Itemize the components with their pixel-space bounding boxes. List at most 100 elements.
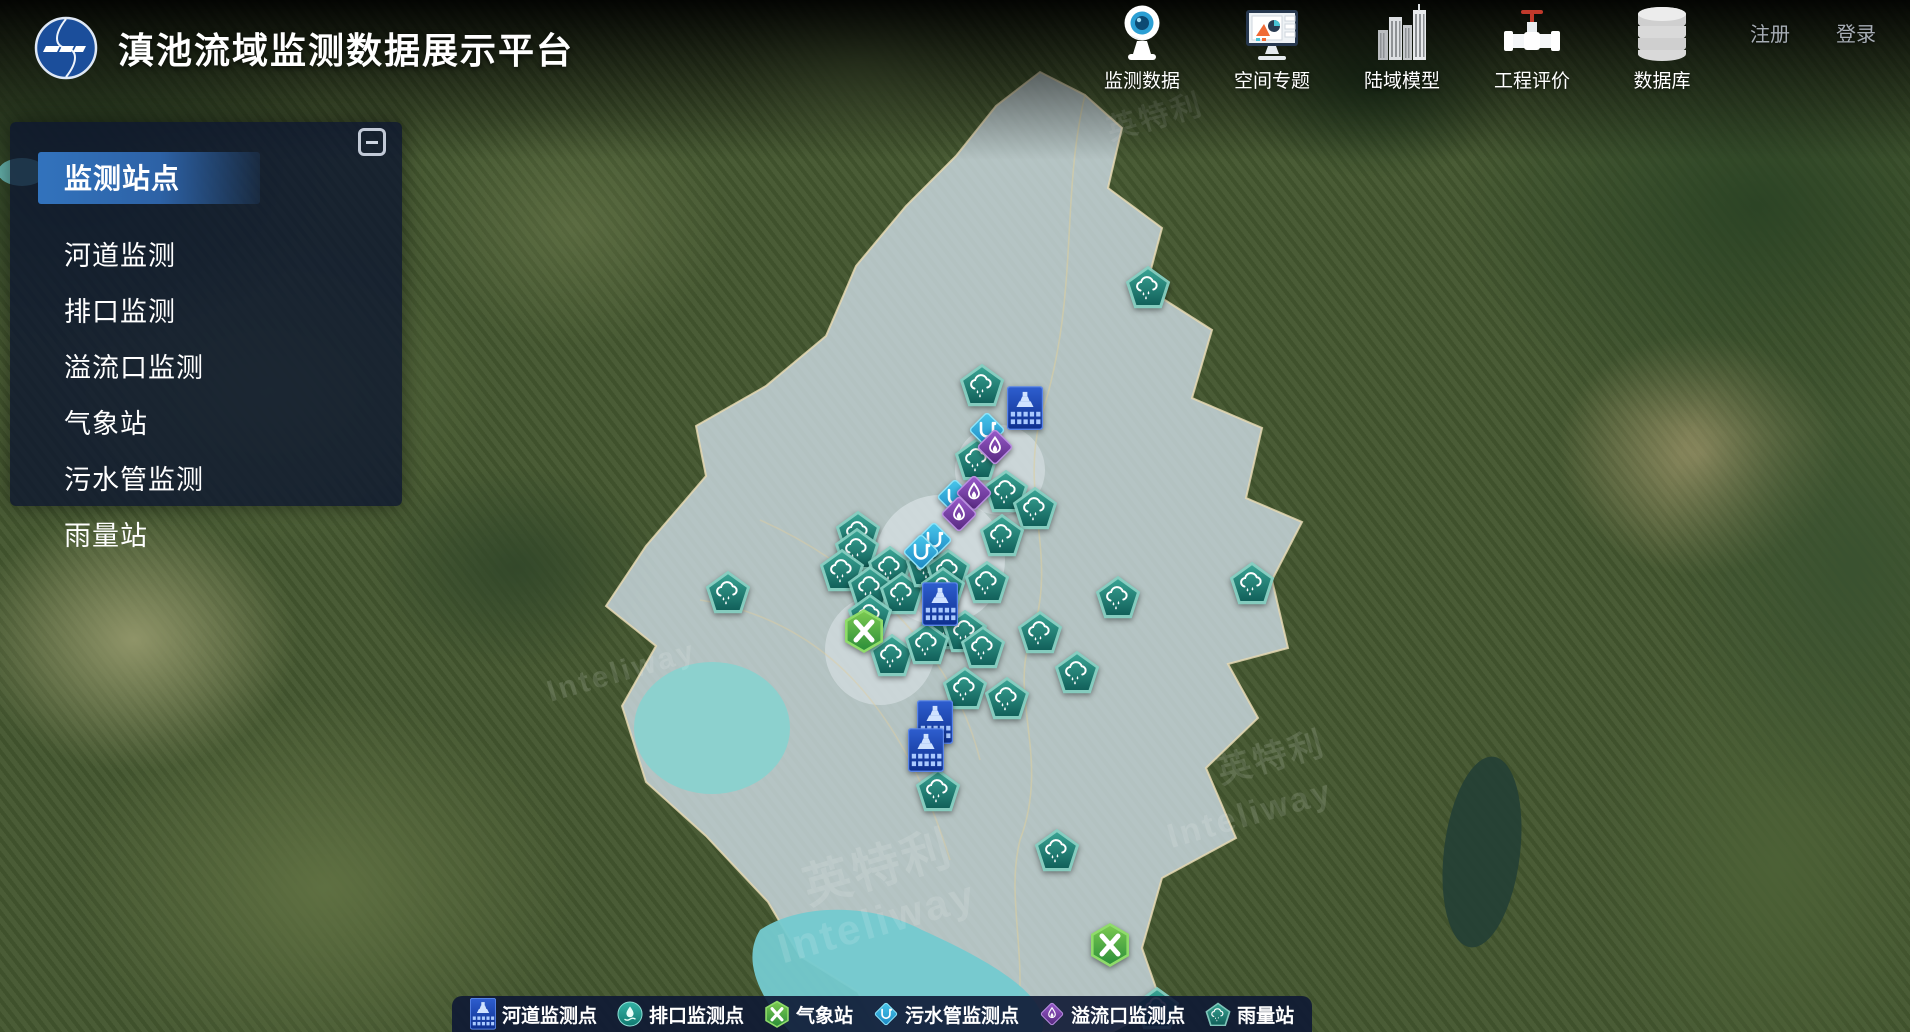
rain-station-icon <box>984 676 1030 720</box>
rain-station-icon <box>915 768 961 812</box>
rain-station-icon <box>1034 828 1080 872</box>
overflow-station-icon <box>1039 1001 1065 1027</box>
app: 英特利InteliwayInteliway英特利英特利Inteliway <box>0 0 1910 1032</box>
top-bar: 滇池流域监测数据展示平台 监测数据 空间专题 <box>0 0 1910 96</box>
nav-item-database[interactable]: 数据库 <box>1614 4 1710 93</box>
register-link[interactable]: 注册 <box>1750 18 1790 47</box>
rain-station-icon <box>979 513 1025 557</box>
legend-label: 河道监测点 <box>502 1001 597 1028</box>
weather-legend-icon <box>764 1000 790 1028</box>
marker-rain[interactable] <box>979 513 1025 557</box>
rain-station-icon <box>1229 561 1275 605</box>
marker-rain[interactable] <box>1017 610 1063 654</box>
pipe-valve-icon <box>1504 6 1560 62</box>
overflow-legend-icon <box>1039 1001 1065 1027</box>
platform-logo <box>34 16 98 80</box>
marker-rain[interactable] <box>964 560 1010 604</box>
marker-rain[interactable] <box>1034 828 1080 872</box>
sidebar-item-3[interactable]: 气象站 <box>64 394 402 450</box>
nav-label: 数据库 <box>1633 66 1690 93</box>
sewage-pipe-station-icon <box>873 1001 899 1027</box>
minus-icon <box>366 141 378 144</box>
river-station-icon <box>908 728 944 772</box>
rain-station-icon <box>904 621 950 665</box>
overflow-station-icon <box>975 427 1015 467</box>
nav-item-spatial-theme[interactable]: 空间专题 <box>1224 4 1320 93</box>
marker-river[interactable] <box>922 582 958 626</box>
river-legend-icon <box>470 998 496 1029</box>
legend-label: 雨量站 <box>1237 1001 1294 1028</box>
legend-label: 污水管监测点 <box>905 1001 1019 1028</box>
legend-item-outfall: 排口监测点 <box>617 1001 744 1028</box>
legend-label: 气象站 <box>796 1001 853 1028</box>
panel-minimize-button[interactable] <box>358 128 386 156</box>
legend-item-weather: 气象站 <box>764 1000 853 1028</box>
outfall-station-icon <box>617 1001 643 1027</box>
rain-station-icon <box>705 570 751 614</box>
nav-label: 工程评价 <box>1494 66 1570 93</box>
legend-label: 排口监测点 <box>649 1001 744 1028</box>
marker-rain[interactable] <box>1125 265 1171 309</box>
marker-sewage[interactable] <box>901 532 941 572</box>
legend-label: 溢流口监测点 <box>1071 1001 1185 1028</box>
marker-weather[interactable] <box>1089 922 1131 968</box>
monitor-chart-icon <box>1244 8 1300 62</box>
sidebar-item-5[interactable]: 雨量站 <box>64 506 402 562</box>
overflow-station-icon <box>939 494 979 534</box>
sidebar-item-0[interactable]: 河道监测 <box>64 226 402 282</box>
marker-rain[interactable] <box>705 570 751 614</box>
rain-station-icon <box>1205 1002 1231 1027</box>
rain-station-icon <box>959 363 1005 407</box>
webcam-icon <box>1117 4 1167 62</box>
sidebar-item-4[interactable]: 污水管监测 <box>64 450 402 506</box>
sidebar-item-2[interactable]: 溢流口监测 <box>64 338 402 394</box>
rain-legend-icon <box>1205 1002 1231 1027</box>
marker-rain[interactable] <box>904 621 950 665</box>
river-station-icon <box>1007 386 1043 430</box>
sidebar-item-1[interactable]: 排口监测 <box>64 282 402 338</box>
auth-links: 注册 登录 <box>1750 18 1876 47</box>
monitor-chart-icon <box>1244 4 1300 62</box>
legend-item-river: 河道监测点 <box>470 998 597 1029</box>
city-buildings-icon <box>1376 4 1428 62</box>
weather-station-icon <box>764 1000 790 1028</box>
pipe-valve-icon <box>1504 4 1560 62</box>
city-buildings-icon <box>1376 4 1428 62</box>
marker-weather[interactable] <box>843 608 885 654</box>
map-legend: 河道监测点 排口监测点 气象站 污水管监测点 溢流口监测点 <box>452 996 1312 1032</box>
rain-station-icon <box>1125 265 1171 309</box>
login-link[interactable]: 登录 <box>1836 18 1876 47</box>
nav-label: 空间专题 <box>1234 66 1310 93</box>
rain-station-icon <box>1054 650 1100 694</box>
sewage-legend-icon <box>873 1001 899 1027</box>
weather-station-icon <box>1089 922 1131 968</box>
marker-rain[interactable] <box>959 363 1005 407</box>
river-station-icon <box>470 998 496 1029</box>
marker-overflow[interactable] <box>975 427 1015 467</box>
rain-station-icon <box>1095 575 1141 619</box>
marker-river[interactable] <box>1007 386 1043 430</box>
marker-rain[interactable] <box>915 768 961 812</box>
database-icon <box>1634 4 1690 62</box>
marker-rain[interactable] <box>1054 650 1100 694</box>
legend-item-rain: 雨量站 <box>1205 1001 1294 1028</box>
marker-rain[interactable] <box>960 625 1006 669</box>
station-type-list: 河道监测 排口监测 溢流口监测 气象站 污水管监测 雨量站 <box>10 226 402 562</box>
panel-title: 监测站点 <box>38 152 260 204</box>
webcam-icon <box>1117 4 1167 62</box>
station-panel: 监测站点 河道监测 排口监测 溢流口监测 气象站 污水管监测 雨量站 <box>10 122 402 506</box>
legend-item-overflow: 溢流口监测点 <box>1039 1001 1185 1028</box>
nav-item-project-eval[interactable]: 工程评价 <box>1484 4 1580 93</box>
rain-station-icon <box>1017 610 1063 654</box>
rain-station-icon <box>964 560 1010 604</box>
marker-rain[interactable] <box>1229 561 1275 605</box>
nav-item-land-model[interactable]: 陆域模型 <box>1354 4 1450 93</box>
marker-river[interactable] <box>908 728 944 772</box>
page-title: 滇池流域监测数据展示平台 <box>118 22 574 74</box>
marker-rain[interactable] <box>1095 575 1141 619</box>
marker-overflow[interactable] <box>939 494 979 534</box>
nav-label: 监测数据 <box>1104 66 1180 93</box>
nav-item-monitor-data[interactable]: 监测数据 <box>1094 4 1190 93</box>
marker-rain[interactable] <box>984 676 1030 720</box>
legend-item-sewage: 污水管监测点 <box>873 1001 1019 1028</box>
